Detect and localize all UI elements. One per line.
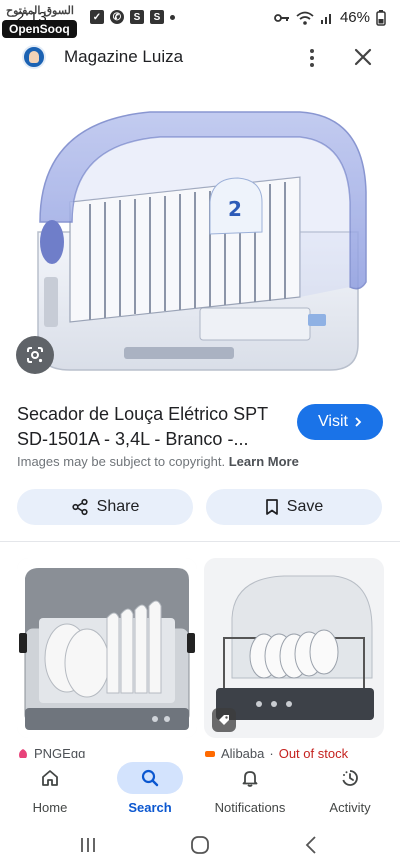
opensooq-arabic-wordmark: السوق المفتوح bbox=[6, 5, 74, 17]
bell-icon bbox=[242, 771, 258, 787]
bottom-navigation: Home Search Notifications Activity bbox=[0, 758, 400, 822]
activity-icon bbox=[342, 770, 358, 786]
nav-home[interactable]: Home bbox=[0, 762, 100, 822]
price-tag-badge bbox=[212, 708, 236, 732]
whatsapp-icon: ✆ bbox=[110, 10, 124, 24]
s-app-icon: S bbox=[130, 10, 144, 24]
back-icon[interactable] bbox=[304, 835, 318, 855]
battery-icon bbox=[376, 9, 386, 26]
system-navigation-bar bbox=[0, 826, 400, 867]
notification-icons: ✓ ✆ S S bbox=[90, 10, 175, 24]
chevron-right-icon bbox=[355, 417, 362, 427]
battery-level: 46% bbox=[339, 9, 370, 26]
related-image-pngegg[interactable] bbox=[17, 558, 197, 738]
save-label: Save bbox=[286, 498, 324, 515]
status-right: 46% bbox=[274, 9, 386, 26]
section-divider bbox=[0, 541, 400, 542]
checkbox-icon: ✓ bbox=[90, 10, 104, 24]
status-bar: 2:13 ✓ ✆ S S 46% السوق المفتوح OpenSooq bbox=[0, 0, 400, 38]
nav-activity-label: Activity bbox=[329, 800, 371, 815]
source-title[interactable]: Magazine Luiza bbox=[64, 47, 183, 67]
nav-home-label: Home bbox=[32, 800, 68, 815]
key-icon bbox=[274, 13, 289, 22]
copyright-notice: Images may be subject to copyright. Lear… bbox=[17, 454, 299, 469]
visit-label: Visit bbox=[318, 413, 348, 430]
share-icon bbox=[72, 498, 88, 516]
nav-notifications-label: Notifications bbox=[214, 800, 286, 815]
image-viewer-header: Magazine Luiza bbox=[0, 38, 400, 78]
nav-activity[interactable]: Activity bbox=[300, 762, 400, 822]
share-button[interactable]: Share bbox=[17, 489, 193, 525]
lens-icon bbox=[27, 347, 43, 363]
wifi-icon bbox=[296, 11, 314, 25]
signal-icon bbox=[320, 13, 331, 24]
nav-notifications[interactable]: Notifications bbox=[200, 762, 300, 822]
source-favicon bbox=[22, 45, 46, 69]
learn-more-link[interactable]: Learn More bbox=[229, 454, 299, 469]
home-icon bbox=[42, 770, 58, 786]
s-app-icon-2: S bbox=[150, 10, 164, 24]
recent-apps-icon[interactable] bbox=[78, 836, 98, 854]
svg-text:2: 2 bbox=[228, 197, 242, 221]
product-title[interactable]: Secador de Louça Elétrico SPT SD-1501A -… bbox=[17, 402, 287, 452]
price-tag-icon bbox=[219, 715, 229, 725]
search-icon bbox=[141, 769, 159, 787]
nav-search[interactable]: Search bbox=[100, 762, 200, 822]
copyright-text: Images may be subject to copyright. bbox=[17, 454, 226, 469]
more-options-icon[interactable] bbox=[300, 44, 324, 72]
bookmark-icon bbox=[265, 499, 278, 515]
share-label: Share bbox=[96, 498, 140, 515]
visit-button[interactable]: Visit bbox=[297, 404, 383, 440]
more-notifications-dot bbox=[170, 14, 175, 20]
opensooq-watermark: OpenSooq bbox=[2, 20, 77, 38]
nav-search-label: Search bbox=[128, 800, 172, 815]
product-image[interactable]: 2 bbox=[0, 82, 400, 388]
home-button-icon[interactable] bbox=[189, 834, 211, 856]
google-lens-button[interactable] bbox=[16, 336, 54, 374]
save-button[interactable]: Save bbox=[206, 489, 382, 525]
close-icon[interactable] bbox=[350, 44, 376, 70]
